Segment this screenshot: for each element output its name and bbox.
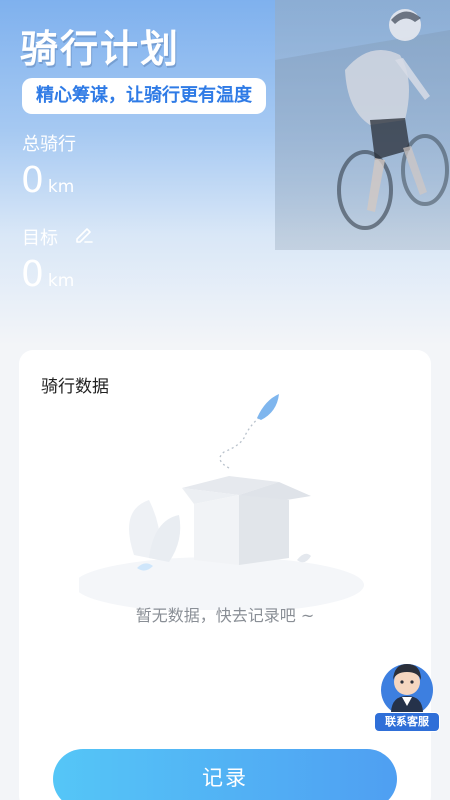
record-button[interactable]: 记录 [53, 749, 397, 800]
goal-value[interactable]: 0 km [21, 254, 74, 295]
slogan-badge: 精心筹谋，让骑行更有温度 [22, 78, 266, 114]
goal-label: 目标 [22, 228, 58, 249]
total-ride-value: 0 km [21, 160, 74, 201]
edit-icon[interactable] [74, 224, 94, 244]
goal-number: 0 [21, 254, 44, 295]
total-ride-label: 总骑行 [22, 134, 76, 155]
empty-state-text: 暂无数据，快去记录吧 ~ [135, 606, 315, 625]
service-avatar-icon [381, 664, 433, 716]
service-label: 联系客服 [374, 712, 440, 732]
customer-service-button[interactable]: 联系客服 [374, 660, 440, 732]
total-ride-number: 0 [21, 160, 44, 201]
empty-box-illustration [74, 380, 379, 613]
ride-data-card: 骑行数据 暂无数据，快去记录吧 ~ [19, 350, 431, 800]
page-title: 骑行计划 [20, 27, 181, 71]
hero-banner: 骑行计划 精心筹谋，让骑行更有温度 总骑行 0 km 目标 0 km [0, 0, 450, 345]
goal-unit: km [47, 271, 75, 291]
total-ride-unit: km [47, 177, 75, 197]
cyclist-photo [275, 0, 450, 250]
